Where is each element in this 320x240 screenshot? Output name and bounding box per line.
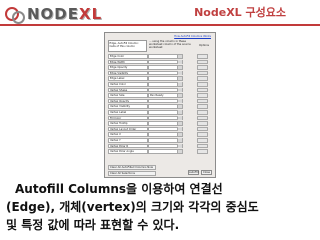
caption-line-3: 및 특정 값에 따라 표현할 수 있다.: [6, 218, 180, 232]
options-button[interactable]: [197, 126, 208, 132]
options-button[interactable]: [197, 59, 208, 65]
options-button[interactable]: [197, 132, 208, 137]
options-button[interactable]: [197, 81, 208, 87]
row-label: Vertex Y: [108, 137, 148, 143]
options-button[interactable]: [197, 121, 208, 126]
options-button[interactable]: [197, 143, 208, 149]
chevron-down-icon[interactable]: [177, 127, 182, 131]
row-label: Vertex Polar R: [108, 143, 148, 149]
options-button[interactable]: [197, 65, 208, 70]
options-button[interactable]: [197, 109, 208, 115]
row-label: Vertex Size: [108, 93, 148, 98]
close-button[interactable]: Close: [201, 170, 212, 175]
row-label: Vertex Tooltip: [108, 121, 148, 126]
chevron-down-icon[interactable]: [177, 93, 182, 98]
row-label: Edge Visibility: [108, 70, 148, 76]
row-label: Edge Opacity: [108, 65, 148, 70]
chevron-down-icon[interactable]: [177, 88, 182, 92]
help-link[interactable]: How AutoFill Columns Works: [174, 35, 211, 38]
options-column-header: Options: [199, 44, 210, 47]
nodexl-logo-mark-icon: [4, 4, 25, 24]
chevron-down-icon[interactable]: [177, 76, 182, 81]
options-button[interactable]: [197, 115, 208, 121]
row-label: Vertex Color: [108, 81, 148, 87]
options-button[interactable]: [197, 70, 208, 76]
chevron-down-icon[interactable]: [177, 132, 182, 137]
options-button[interactable]: [197, 93, 208, 98]
options-button[interactable]: [197, 54, 208, 59]
chevron-down-icon[interactable]: [177, 54, 182, 59]
autofill-columns-dialog-screenshot: How AutoFill Columns Works Edge, AutoFil…: [104, 32, 216, 178]
title-divider: [0, 24, 320, 26]
slide-caption: Autofill Columns을 이용하여 연결선 (Edge), 개체(ve…: [6, 180, 316, 234]
row-label: Vertex Opacity: [108, 98, 148, 104]
row-label: Fill Color: [108, 115, 148, 121]
chevron-down-icon[interactable]: [177, 65, 182, 70]
slide-title: NodeXL 구성요소: [194, 6, 286, 19]
autofill-rows: Edge Color Edge Width Edge Opacity Edge Vis…: [108, 54, 213, 155]
row-label: Vertex Label: [108, 109, 148, 115]
row-label: Edge Label: [108, 76, 148, 81]
row-label: Edge Color: [108, 54, 148, 59]
chevron-down-icon[interactable]: [177, 138, 182, 142]
clear-autofilled-button[interactable]: Clear All AutoFilled Columns Now: [108, 165, 156, 170]
chevron-down-icon[interactable]: [177, 121, 182, 126]
logo-text: NODEXL: [27, 5, 103, 23]
chevron-down-icon[interactable]: [177, 82, 182, 87]
options-button[interactable]: [197, 98, 208, 104]
chevron-down-icon[interactable]: [177, 110, 182, 115]
chevron-down-icon[interactable]: [177, 71, 182, 75]
options-button[interactable]: [197, 76, 208, 81]
clear-selections-button[interactable]: Clear All Selections: [108, 171, 156, 176]
chevron-down-icon[interactable]: [177, 144, 182, 148]
autofill-button[interactable]: AutoFill: [188, 170, 199, 175]
chevron-down-icon[interactable]: [177, 99, 182, 103]
row-label: Edge Width: [108, 59, 148, 65]
autofill-row: Vertex Polar Angle: [108, 149, 213, 155]
row-label: Vertex Shape: [108, 87, 148, 93]
chevron-down-icon[interactable]: [177, 116, 182, 120]
chevron-down-icon[interactable]: [177, 60, 182, 64]
options-button[interactable]: [197, 104, 208, 109]
row-label: Vertex Layout Order: [108, 126, 148, 132]
caption-line-2: (Edge), 개체(vertex)의 크기와 각각의 중심도: [6, 200, 259, 214]
row-label: Vertex X: [108, 132, 148, 137]
caption-line-1: Autofill Columns을 이용하여 연결선: [15, 182, 223, 196]
nodexl-logo: NODEXL: [4, 4, 102, 24]
chevron-down-icon[interactable]: [177, 104, 182, 109]
options-button[interactable]: [197, 137, 208, 143]
mapping-column-header: ... using the column in these worksheet …: [149, 40, 191, 49]
row-label: Vertex Polar Angle: [108, 149, 148, 154]
source-column-header: Edge, AutoFill Column: Cells of this col…: [108, 40, 147, 52]
row-label: Vertex Visibility: [108, 104, 148, 109]
options-button[interactable]: [197, 87, 208, 93]
options-button[interactable]: [197, 149, 208, 154]
chevron-down-icon[interactable]: [177, 149, 182, 154]
